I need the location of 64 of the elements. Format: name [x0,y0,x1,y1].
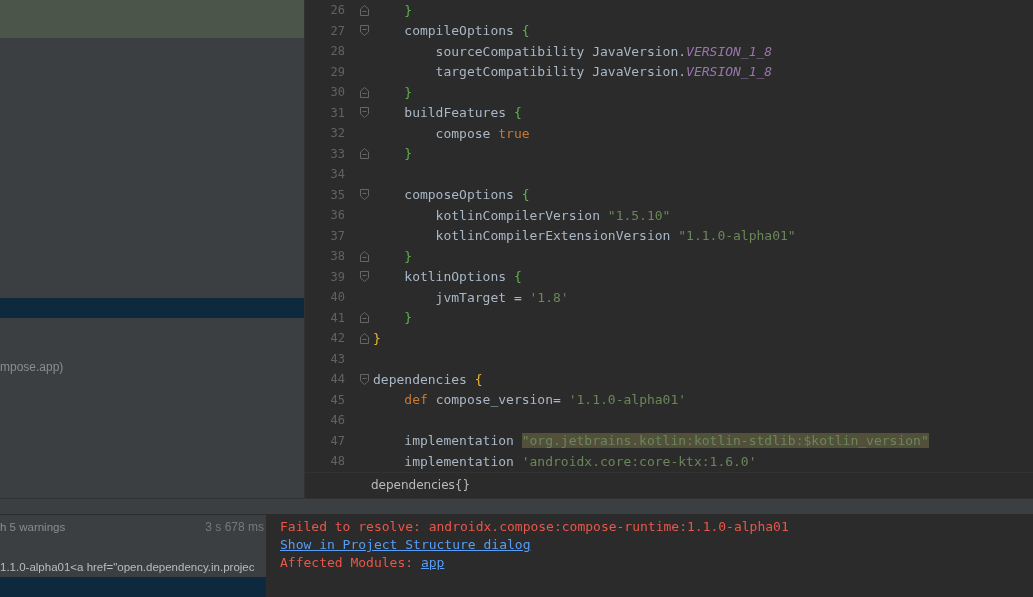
line-number: 29 [329,64,346,79]
fold-marker-icon[interactable] [360,250,369,262]
line-number: 33 [329,146,346,161]
fold-marker-icon[interactable] [360,373,369,385]
line-number: 47 [329,433,346,448]
module-link[interactable]: app [420,555,445,570]
code-line: composeOptions { [403,187,530,203]
code-line: } [403,310,413,326]
line-number: 26 [329,3,346,18]
line-number: 36 [329,208,346,223]
code-line: dependencies { [373,371,483,387]
code-line: } [403,84,413,100]
breadcrumb[interactable]: dependencies{} [371,478,471,492]
line-number: 46 [329,413,346,428]
tree-item[interactable]: mpose.app) [0,360,64,378]
code-line: sourceCompatibility JavaVersion.VERSION_1_8 [434,43,773,59]
code-line: } [403,146,413,162]
code-line: buildFeatures { [403,105,522,121]
fold-marker-icon[interactable] [360,332,369,344]
line-number: 41 [329,310,346,325]
project-structure-link[interactable]: Show in Project Structure dialog [280,537,531,552]
line-number: 44 [329,372,346,387]
line-number: 39 [329,269,346,284]
code-line: } [403,248,413,264]
code-line: targetCompatibility JavaVersion.VERSION_1_8 [434,64,773,80]
fold-marker-icon[interactable] [360,86,369,98]
code-line: jvmTarget = '1.8' [434,289,569,305]
line-number: 27 [329,23,346,38]
line-number: 38 [329,249,346,264]
code-line: } [373,330,381,346]
fold-marker-icon[interactable] [360,148,369,160]
code-line: kotlinCompilerExtensionVersion "1.1.0-alpha01" [434,228,796,244]
code-line: implementation 'androidx.core:core-ktx:1.6.0' [403,453,757,469]
build-time: 3 s 678 ms [205,520,265,534]
build-message: h 5 warnings [0,521,66,533]
code-line: kotlinOptions { [403,269,522,285]
line-number: 35 [329,187,346,202]
fold-marker-icon[interactable] [360,107,369,119]
build-tree-row[interactable]: 1.1.0-alpha01<a href="open.dependency.in.projec [0,557,266,577]
line-number: 45 [329,392,346,407]
code-line: compose true [434,125,530,141]
fold-marker-icon[interactable] [360,25,369,37]
line-number: 43 [329,351,346,366]
line-number: 42 [329,331,346,346]
line-number: 32 [329,126,346,141]
code-line: compileOptions { [403,23,530,39]
line-number: 40 [329,290,346,305]
line-number: 37 [329,228,346,243]
code-line: def compose_version= '1.1.0-alpha01' [403,392,687,408]
code-line: } [403,2,413,18]
line-number: 28 [329,44,346,59]
fold-marker-icon[interactable] [360,189,369,201]
code-line: kotlinCompilerVersion "1.5.10" [434,207,671,223]
affected-modules-label: Affected Modules: [280,555,415,570]
build-tree-row[interactable]: h 5 warnings 3 s 678 ms [0,517,266,537]
fold-marker-icon[interactable] [360,271,369,283]
line-number: 31 [329,105,346,120]
line-number: 48 [329,454,346,469]
fold-marker-icon[interactable] [360,312,369,324]
build-message: 1.1.0-alpha01<a href="open.dependency.in.projec [0,561,255,573]
line-number: 34 [329,167,346,182]
fold-marker-icon[interactable] [360,4,369,16]
error-message: Failed to resolve: androidx.compose:compose-runtime:1.1.0-alpha01 [280,519,790,534]
line-number: 30 [329,85,346,100]
